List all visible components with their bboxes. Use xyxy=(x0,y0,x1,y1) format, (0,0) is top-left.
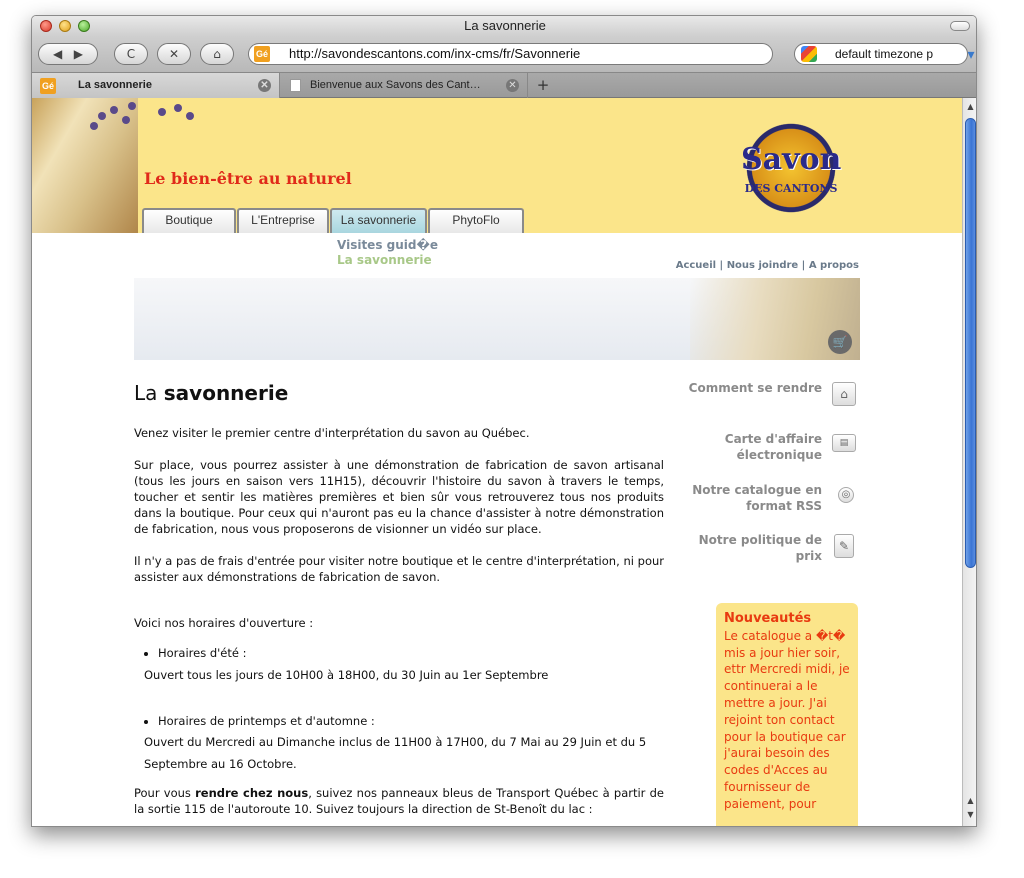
site-tagline: Le bien-être au naturel xyxy=(144,169,352,188)
directions-paragraph: Pour vous rendre chez nous, suivez nos p… xyxy=(134,786,664,816)
hours-list: Horaires d'été : Ouvert tous les jours d… xyxy=(144,645,664,775)
top-links: Accueil | Nous joindre | A propos xyxy=(676,260,859,271)
sidebar-item-carte-affaire[interactable]: Carte d'affaire électronique xyxy=(672,431,822,463)
tab-la-savonnerie[interactable]: Gé La savonnerie ✕ xyxy=(32,73,280,98)
reload-button[interactable]: C xyxy=(114,43,148,65)
scroll-down-icon[interactable]: ▼ xyxy=(963,808,976,822)
list-item: Horaires d'été : Ouvert tous les jours d… xyxy=(144,645,664,685)
news-title: Nouveautés xyxy=(724,611,812,626)
news-box: Nouveautés Le catalogue a �t� mis a jour… xyxy=(716,603,858,826)
link-separator: | xyxy=(716,260,727,271)
search-input[interactable]: default timezone p xyxy=(794,43,968,65)
sidebar-item-politique-prix[interactable]: Notre politique de prix xyxy=(672,532,822,564)
soap-image xyxy=(32,98,138,233)
list-item: Horaires de printemps et d'automne : Ouv… xyxy=(144,713,664,775)
submenu-visites[interactable]: Visites guid�e xyxy=(337,238,438,252)
news-text: Le catalogue a �t� mis a jour hier soir,… xyxy=(724,628,850,811)
tab-favicon-icon: Gé xyxy=(40,78,56,94)
vertical-scrollbar[interactable]: ▲ ▲ ▼ xyxy=(962,98,976,826)
back-icon[interactable]: ◀ xyxy=(53,47,62,61)
url-bar[interactable]: Gé http://savondescantons.com/inx-cms/fr… xyxy=(248,43,975,65)
back-forward-buttons[interactable]: ◀ ▶ xyxy=(38,43,98,65)
window-title: La savonnerie xyxy=(464,18,546,33)
minimize-window-button[interactable] xyxy=(59,20,71,32)
nav-tab-phytoflo[interactable]: PhytoFlo xyxy=(428,208,524,233)
new-tab-button[interactable]: + xyxy=(529,75,557,95)
fees-paragraph: Il n'y a pas de frais d'entrée pour visi… xyxy=(134,554,664,584)
nav-tab-entreprise[interactable]: L'Entreprise xyxy=(237,208,329,233)
visit-paragraph: Sur place, vous pourrez assister à une d… xyxy=(134,458,664,536)
link-a-propos[interactable]: A propos xyxy=(809,260,859,271)
logo-text: Savon xyxy=(741,142,842,177)
scroll-up-icon[interactable]: ▲ xyxy=(963,794,976,808)
tab-label: La savonnerie xyxy=(78,79,152,91)
scrollbar-thumb[interactable] xyxy=(965,118,976,568)
nav-tab-boutique[interactable]: Boutique xyxy=(142,208,236,233)
lavender-image xyxy=(138,98,218,138)
google-icon[interactable] xyxy=(801,46,817,62)
close-tab-icon[interactable]: ✕ xyxy=(506,79,519,92)
url-text: http://savondescantons.com/inx-cms/fr/Sa… xyxy=(289,46,581,61)
browser-window: La savonnerie ◀ ▶ C ✕ ⌂ Gé http://savond… xyxy=(31,15,977,827)
navigation-toolbar: ◀ ▶ C ✕ ⌂ Gé http://savondescantons.com/… xyxy=(32,36,976,72)
vcard-icon[interactable]: ▤ xyxy=(832,434,856,452)
home-icon: ⌂ xyxy=(213,47,221,61)
rss-icon[interactable]: ◎ xyxy=(838,487,854,503)
reload-icon: C xyxy=(126,47,136,61)
site-favicon-icon: Gé xyxy=(254,46,270,62)
site-banner: Le bien-être au naturel Boutique L'Entre… xyxy=(32,98,962,233)
web-page: Le bien-être au naturel Boutique L'Entre… xyxy=(32,98,962,826)
price-icon[interactable]: ✎ xyxy=(834,534,854,558)
zoom-window-button[interactable] xyxy=(78,20,90,32)
forward-icon[interactable]: ▶ xyxy=(74,47,83,61)
scroll-up-icon[interactable]: ▲ xyxy=(963,100,976,114)
search-value: default timezone p xyxy=(835,47,934,61)
sidebar-item-comment-se-rendre[interactable]: Comment se rendre xyxy=(672,380,822,396)
submenu-savonnerie[interactable]: La savonnerie xyxy=(337,253,432,267)
intro-paragraph: Venez visiter le premier centre d'interp… xyxy=(134,426,530,440)
page-icon xyxy=(290,79,301,92)
cart-icon[interactable]: 🛒 xyxy=(828,330,852,354)
map-icon[interactable]: ⌂ xyxy=(832,382,856,406)
tab-label: Bienvenue aux Savons des Cant… xyxy=(310,79,481,91)
hours-intro: Voici nos horaires d'ouverture : xyxy=(134,616,314,630)
tab-bienvenue[interactable]: Bienvenue aux Savons des Cant… ✕ xyxy=(280,73,528,98)
link-accueil[interactable]: Accueil xyxy=(676,260,716,271)
home-button[interactable]: ⌂ xyxy=(200,43,234,65)
toolbar-toggle-button[interactable] xyxy=(950,21,970,31)
logo-subtext: DES CANTONS xyxy=(744,182,838,195)
nav-tab-savonnerie[interactable]: La savonnerie xyxy=(330,208,427,233)
close-tab-icon[interactable]: ✕ xyxy=(258,79,271,92)
title-bar: La savonnerie xyxy=(32,16,976,36)
site-logo[interactable]: Savon DES CANTONS xyxy=(741,118,841,218)
tab-bar: Gé La savonnerie ✕ Bienvenue aux Savons … xyxy=(32,72,976,98)
page-title: La savonnerie xyxy=(134,381,289,405)
link-separator: | xyxy=(798,260,809,271)
link-nous-joindre[interactable]: Nous joindre xyxy=(727,260,799,271)
sidebar-item-catalogue-rss[interactable]: Notre catalogue en format RSS xyxy=(672,482,822,514)
stop-button[interactable]: ✕ xyxy=(157,43,191,65)
stop-icon: ✕ xyxy=(168,47,180,61)
close-window-button[interactable] xyxy=(40,20,52,32)
main-content: La savonnerie Venez visiter le premier c… xyxy=(134,381,664,826)
hero-banner: 🛒 xyxy=(134,278,860,360)
